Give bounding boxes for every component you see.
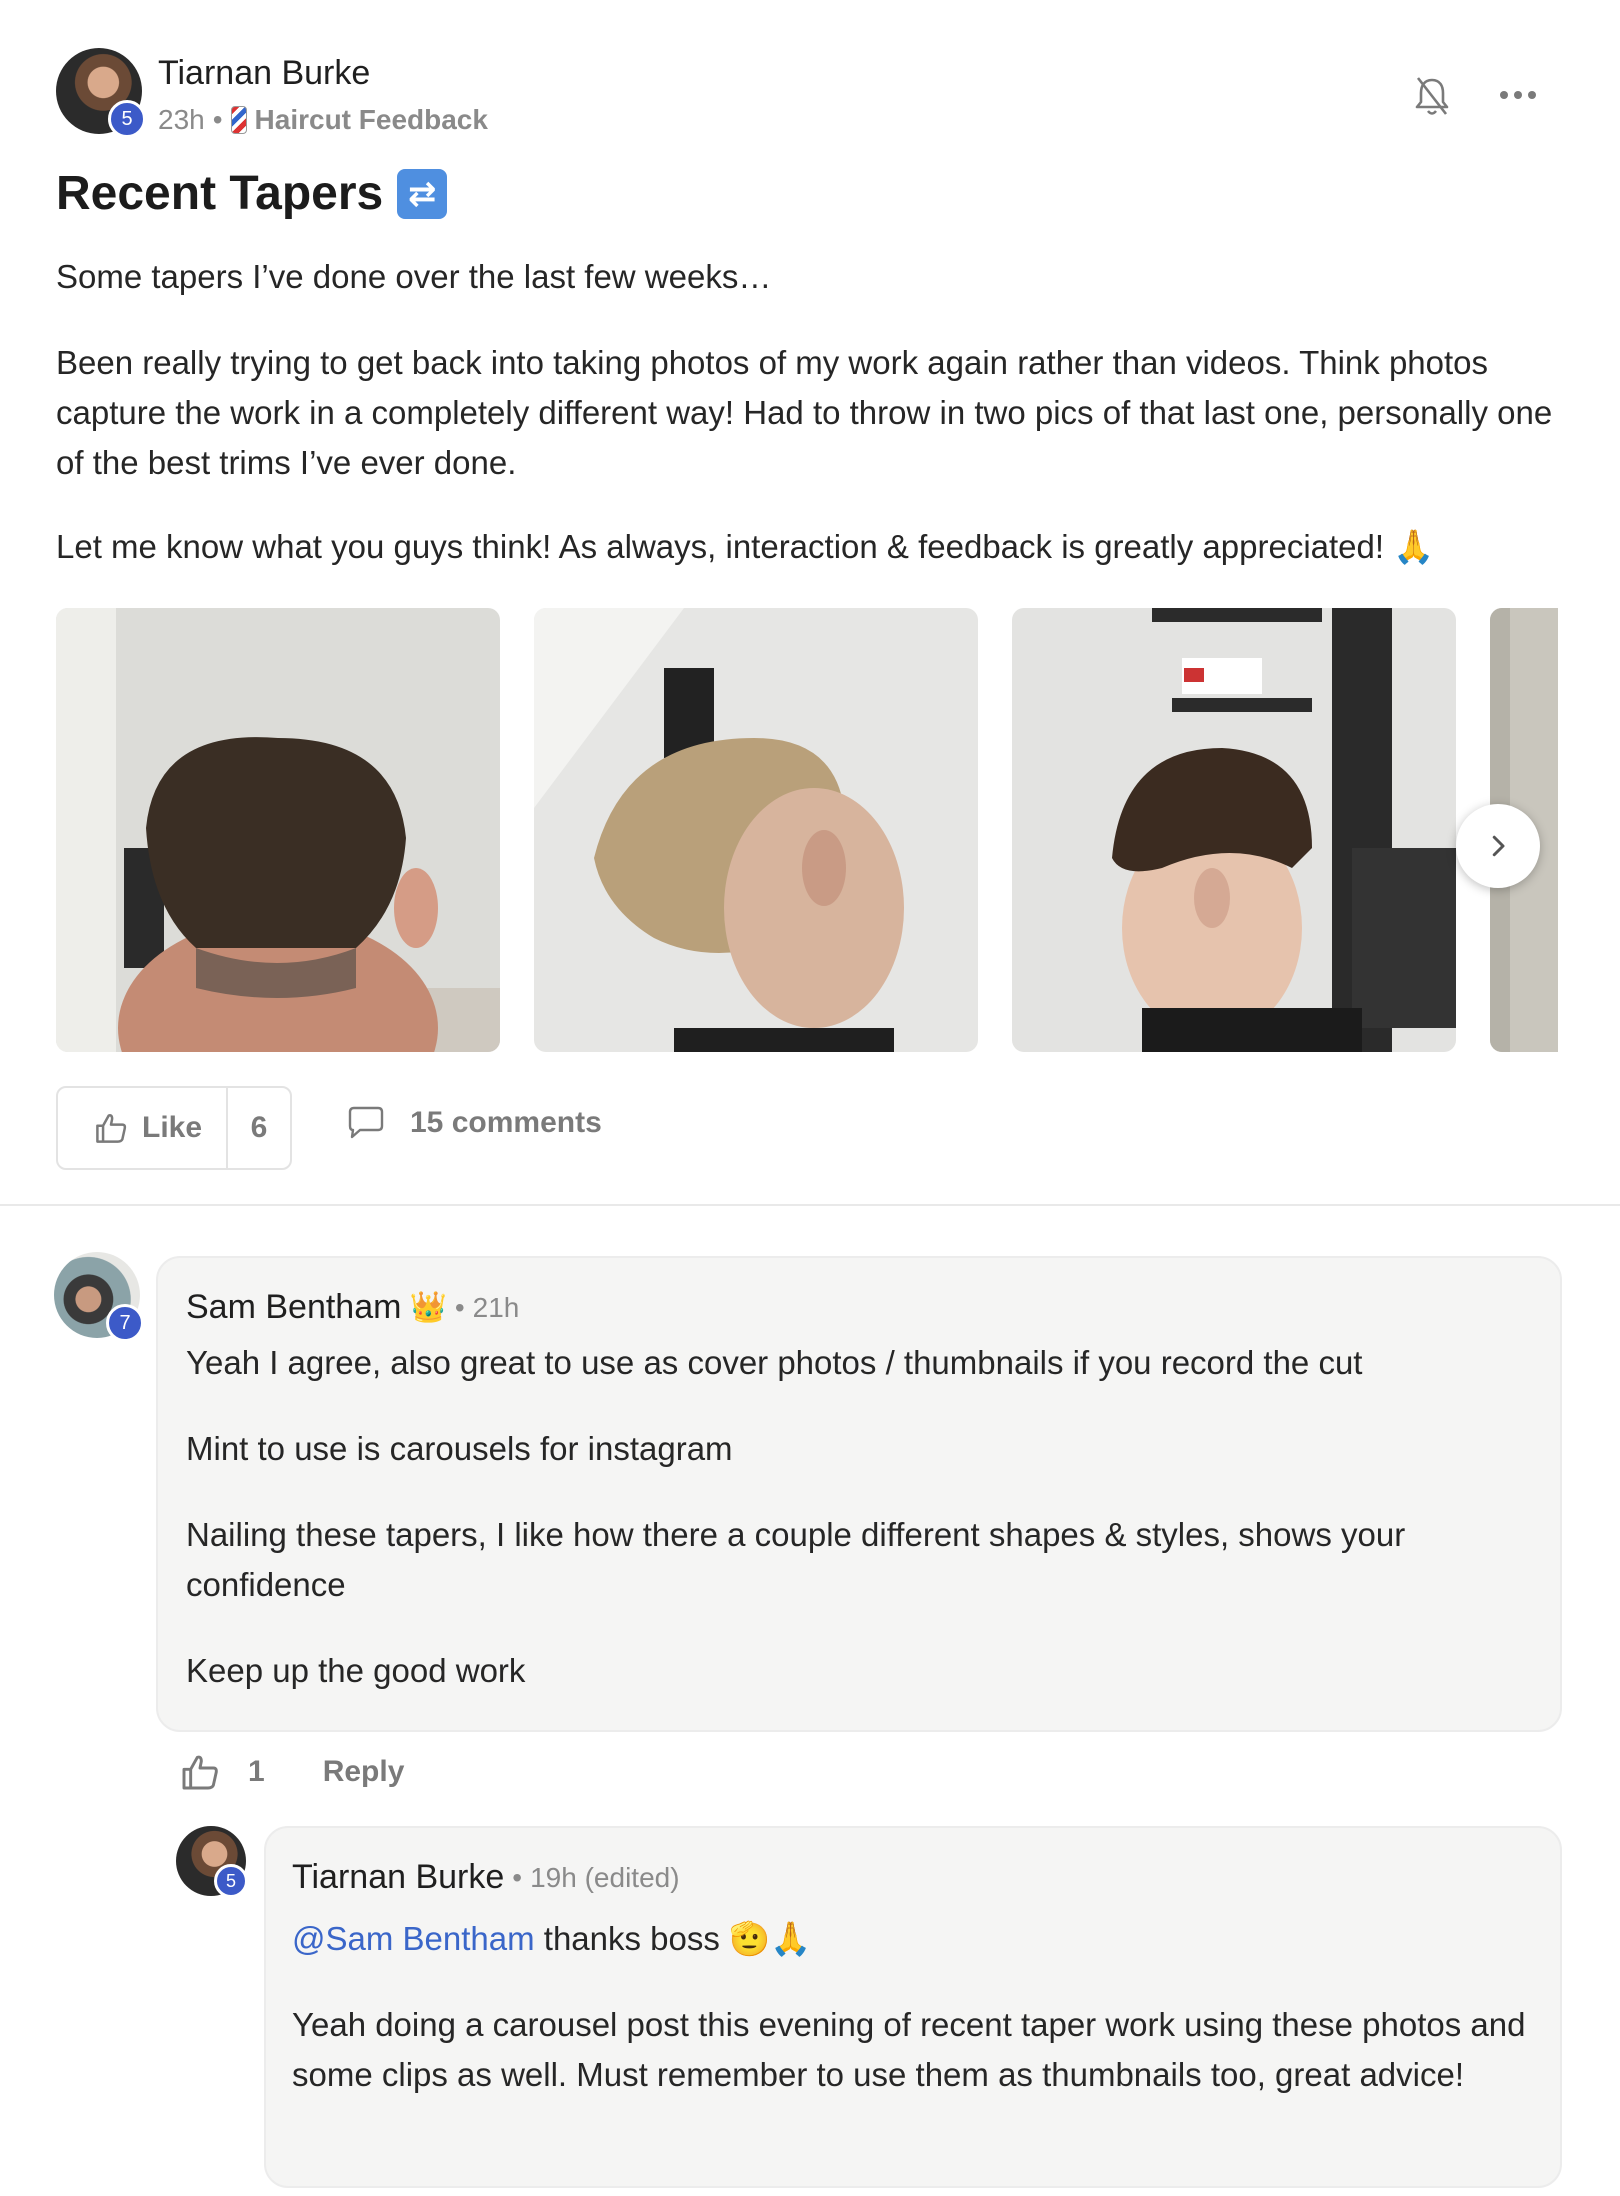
comment-header: Sam Bentham 👑 • 21h <box>186 1288 519 1327</box>
crown-icon: 👑 <box>409 1291 447 1324</box>
category-link[interactable]: Haircut Feedback <box>255 104 488 136</box>
like-control: Like 6 <box>56 1086 292 1170</box>
meta-separator: • <box>212 104 223 135</box>
carousel-photo[interactable] <box>1012 608 1456 1052</box>
thumbs-up-icon[interactable] <box>180 1752 220 1792</box>
notification-bell-off-icon[interactable] <box>1412 74 1452 118</box>
post-paragraph: Let me know what you guys think! As alwa… <box>56 528 1435 565</box>
reply-first-line-text: thanks boss 🫡🙏 <box>534 1920 812 1957</box>
thumbs-up-icon <box>96 1114 127 1143</box>
comment-time: 21h <box>472 1291 520 1323</box>
reply-time: 19h (edited) <box>530 1861 680 1893</box>
comment-paragraph: Keep up the good work <box>186 1652 526 1689</box>
level-badge: 5 <box>214 1864 248 1898</box>
carousel-photo[interactable] <box>534 608 978 1052</box>
post-time: 23h <box>158 104 205 135</box>
post-meta: 23h • Haircut Feedback <box>158 104 488 136</box>
like-button[interactable]: Like <box>58 1088 228 1168</box>
reply-author[interactable]: Tiarnan Burke <box>292 1858 504 1897</box>
post-title-text: Recent Tapers <box>56 167 384 220</box>
reply-first-line: @Sam Bentham thanks boss 🫡🙏 <box>292 1914 1542 1964</box>
like-count[interactable]: 6 <box>228 1111 290 1145</box>
comment-bubble-icon <box>348 1106 384 1139</box>
commenter-avatar[interactable]: 7 <box>54 1252 144 1342</box>
reply-header: Tiarnan Burke • 19h (edited) <box>292 1858 680 1897</box>
chevron-right-icon <box>1492 835 1505 857</box>
post-title: Recent Tapers ⇄ <box>56 166 448 221</box>
author-name[interactable]: Tiarnan Burke <box>158 54 370 93</box>
post-paragraph: Been really trying to get back into taki… <box>56 344 1553 481</box>
reply-paragraph: Yeah doing a carousel post this evening … <box>292 2006 1526 2093</box>
divider <box>0 1204 1620 1206</box>
repeat-icon: ⇄ <box>397 168 448 219</box>
mention-link[interactable]: @Sam Bentham <box>292 1920 535 1957</box>
comment-bubble: Sam Bentham 👑 • 21h Yeah I agree, also g… <box>156 1256 1562 1732</box>
more-options-icon[interactable] <box>1498 80 1538 110</box>
level-badge: 7 <box>106 1304 144 1342</box>
comment-paragraph: Yeah I agree, also great to use as cover… <box>186 1344 1363 1381</box>
comment-actions: 1 Reply <box>180 1752 404 1792</box>
comment-author[interactable]: Sam Bentham <box>186 1288 401 1327</box>
level-badge: 5 <box>108 100 146 138</box>
comments-button[interactable]: 15 comments <box>346 1106 602 1140</box>
like-label: Like <box>142 1111 203 1144</box>
reply-bubble: Tiarnan Burke • 19h (edited) @Sam Bentha… <box>264 1826 1562 2188</box>
reply-button[interactable]: Reply <box>323 1755 405 1789</box>
reply-author-avatar[interactable]: 5 <box>176 1826 248 1898</box>
comment-paragraph: Nailing these tapers, I like how there a… <box>186 1516 1406 1603</box>
comment-like-count: 1 <box>248 1755 265 1788</box>
author-avatar[interactable]: 5 <box>56 48 146 138</box>
carousel-next-button[interactable] <box>1456 804 1540 888</box>
time-separator: • <box>454 1291 465 1323</box>
comment-paragraph: Mint to use is carousels for instagram <box>186 1430 733 1467</box>
barber-pole-icon <box>230 106 247 134</box>
comments-count-label: 15 comments <box>410 1106 602 1139</box>
image-carousel <box>56 608 1558 1052</box>
carousel-photo[interactable] <box>56 608 500 1052</box>
post-paragraph: Some tapers I’ve done over the last few … <box>56 258 772 295</box>
time-separator: • <box>512 1861 523 1893</box>
